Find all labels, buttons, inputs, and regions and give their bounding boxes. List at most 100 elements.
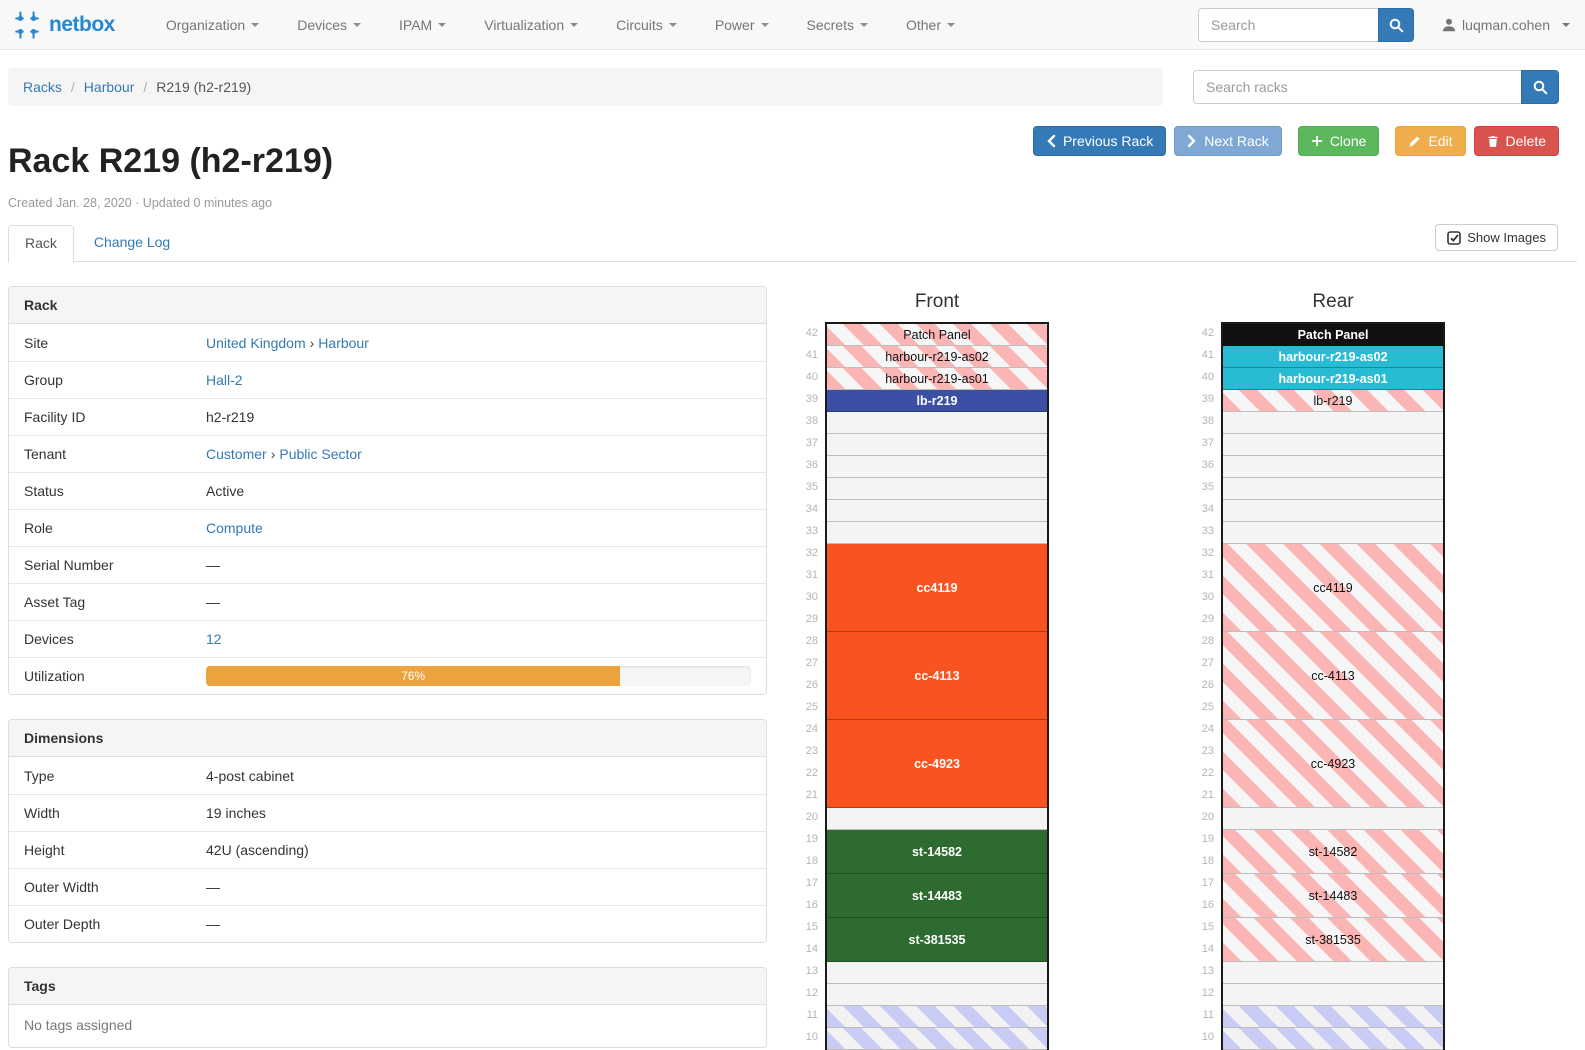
caret-down-icon xyxy=(761,23,769,27)
attr-value: — xyxy=(206,916,751,932)
attr-row-outer-depth: Outer Depth— xyxy=(9,905,766,942)
tabs: RackChange Log xyxy=(8,225,1577,262)
nav-menu-secrets[interactable]: Secrets xyxy=(788,0,887,50)
attr-row-type: Type4-post cabinet xyxy=(9,757,766,794)
nav-menu-virtualization[interactable]: Virtualization xyxy=(465,0,597,50)
nav-menu-organization[interactable]: Organization xyxy=(147,0,278,50)
value-compute[interactable]: Compute xyxy=(206,520,263,536)
unit-number: 19 xyxy=(1166,828,1214,850)
attr-label: Tenant xyxy=(24,446,206,462)
unit-number: 22 xyxy=(770,762,818,784)
global-search-input[interactable] xyxy=(1198,8,1378,42)
attr-value: h2-r219 xyxy=(206,409,751,425)
rack-panel-title: Rack xyxy=(9,287,766,324)
unit-number: 31 xyxy=(1166,564,1214,586)
attr-label: Serial Number xyxy=(24,557,206,573)
nav-menu-ipam[interactable]: IPAM xyxy=(380,0,465,50)
rack-device-harbour-r219-as01[interactable]: harbour-r219-as01 xyxy=(827,368,1047,390)
nav-menu-circuits[interactable]: Circuits xyxy=(597,0,696,50)
attr-value: — xyxy=(206,879,751,895)
rack-unit-reserved xyxy=(827,1006,1047,1028)
rack-device-cc-4923[interactable]: cc-4923 xyxy=(827,720,1047,808)
caret-down-icon xyxy=(1562,23,1570,27)
rack-device-st-14483[interactable]: st-14483 xyxy=(1223,874,1443,918)
value-harbour[interactable]: Harbour xyxy=(318,335,369,351)
rack-device-st-14483[interactable]: st-14483 xyxy=(827,874,1047,918)
next-rack-button[interactable]: Next Rack xyxy=(1174,126,1282,156)
attr-label: Height xyxy=(24,842,206,858)
rack-device-patch-panel[interactable]: Patch Panel xyxy=(1223,324,1443,346)
rack-unit-empty xyxy=(1223,522,1443,544)
rack-device-harbour-r219-as01[interactable]: harbour-r219-as01 xyxy=(1223,368,1443,390)
rack-device-cc-4923[interactable]: cc-4923 xyxy=(1223,720,1443,808)
rack-device-harbour-r219-as02[interactable]: harbour-r219-as02 xyxy=(1223,346,1443,368)
unit-number: 21 xyxy=(770,784,818,806)
unit-number: 10 xyxy=(770,1026,818,1048)
attr-row-devices: Devices12 xyxy=(9,620,766,657)
dimensions-panel: Dimensions Type4-post cabinetWidth19 inc… xyxy=(8,719,767,943)
rack-device-cc-4113[interactable]: cc-4113 xyxy=(827,632,1047,720)
rack-device-cc4119[interactable]: cc4119 xyxy=(827,544,1047,632)
plus-icon xyxy=(1311,135,1323,147)
attr-row-site: SiteUnited Kingdom›Harbour xyxy=(9,324,766,361)
breadcrumb-item-racks[interactable]: Racks xyxy=(23,79,62,95)
value-customer[interactable]: Customer xyxy=(206,446,267,462)
unit-number: 15 xyxy=(770,916,818,938)
rack-device-st-14582[interactable]: st-14582 xyxy=(1223,830,1443,874)
rack-unit-empty xyxy=(827,522,1047,544)
rack-unit-empty xyxy=(827,962,1047,984)
tab-change-log[interactable]: Change Log xyxy=(78,225,186,262)
angle-right-icon: › xyxy=(306,335,319,351)
attr-value: 12 xyxy=(206,631,751,647)
previous-rack-button[interactable]: Previous Rack xyxy=(1033,126,1166,156)
nav-menu-devices[interactable]: Devices xyxy=(278,0,380,50)
rack-device-st-381535[interactable]: st-381535 xyxy=(1223,918,1443,962)
unit-number: 12 xyxy=(770,982,818,1004)
rack-device-cc4119[interactable]: cc4119 xyxy=(1223,544,1443,632)
rack-device-st-14582[interactable]: st-14582 xyxy=(827,830,1047,874)
rack-device-patch-panel[interactable]: Patch Panel xyxy=(827,324,1047,346)
dimensions-panel-title: Dimensions xyxy=(9,720,766,757)
value-12[interactable]: 12 xyxy=(206,631,222,647)
rack-device-cc-4113[interactable]: cc-4113 xyxy=(1223,632,1443,720)
value-united-kingdom[interactable]: United Kingdom xyxy=(206,335,306,351)
netbox-brand[interactable]: netbox xyxy=(0,10,129,40)
clone-button[interactable]: Clone xyxy=(1298,126,1380,156)
nav-menu-power[interactable]: Power xyxy=(696,0,788,50)
delete-button[interactable]: Delete xyxy=(1474,126,1559,156)
caret-down-icon xyxy=(570,23,578,27)
unit-number: 29 xyxy=(1166,608,1214,630)
nav-menu-other[interactable]: Other xyxy=(887,0,974,50)
tab-rack[interactable]: Rack xyxy=(8,225,74,263)
rack-search-button[interactable] xyxy=(1521,70,1559,104)
front-elevation-title: Front xyxy=(825,291,1049,313)
chevron-left-icon xyxy=(1046,134,1056,148)
unit-number: 42 xyxy=(1166,322,1214,344)
unit-number: 38 xyxy=(1166,410,1214,432)
rack-search-input[interactable] xyxy=(1193,70,1521,104)
attr-label: Asset Tag xyxy=(24,594,206,610)
show-images-button[interactable]: Show Images xyxy=(1435,224,1558,251)
tags-empty-text: No tags assigned xyxy=(9,1005,766,1047)
rack-panel: Rack SiteUnited Kingdom›HarbourGroupHall… xyxy=(8,286,767,695)
global-search-button[interactable] xyxy=(1378,8,1414,42)
rack-device-harbour-r219-as02[interactable]: harbour-r219-as02 xyxy=(827,346,1047,368)
value-hall-2[interactable]: Hall-2 xyxy=(206,372,243,388)
rack-device-lb-r219[interactable]: lb-r219 xyxy=(1223,390,1443,412)
rack-device-st-381535[interactable]: st-381535 xyxy=(827,918,1047,962)
attr-value: Compute xyxy=(206,520,751,536)
rack-actions: Previous Rack Next Rack Clone Edit xyxy=(1033,126,1559,156)
rack-unit-empty xyxy=(1223,962,1443,984)
rack-unit-reserved xyxy=(1223,1028,1443,1050)
unit-number: 10 xyxy=(1166,1026,1214,1048)
rack-device-lb-r219[interactable]: lb-r219 xyxy=(827,390,1047,412)
breadcrumb-item-harbour[interactable]: Harbour xyxy=(84,79,135,95)
user-menu[interactable]: luqman.cohen xyxy=(1442,17,1570,33)
rack-unit-empty xyxy=(1223,808,1443,830)
value-public-sector[interactable]: Public Sector xyxy=(279,446,361,462)
edit-button[interactable]: Edit xyxy=(1395,126,1465,156)
unit-number: 14 xyxy=(1166,938,1214,960)
unit-number: 33 xyxy=(770,520,818,542)
attr-value: Active xyxy=(206,483,751,499)
attr-row-group: GroupHall-2 xyxy=(9,361,766,398)
